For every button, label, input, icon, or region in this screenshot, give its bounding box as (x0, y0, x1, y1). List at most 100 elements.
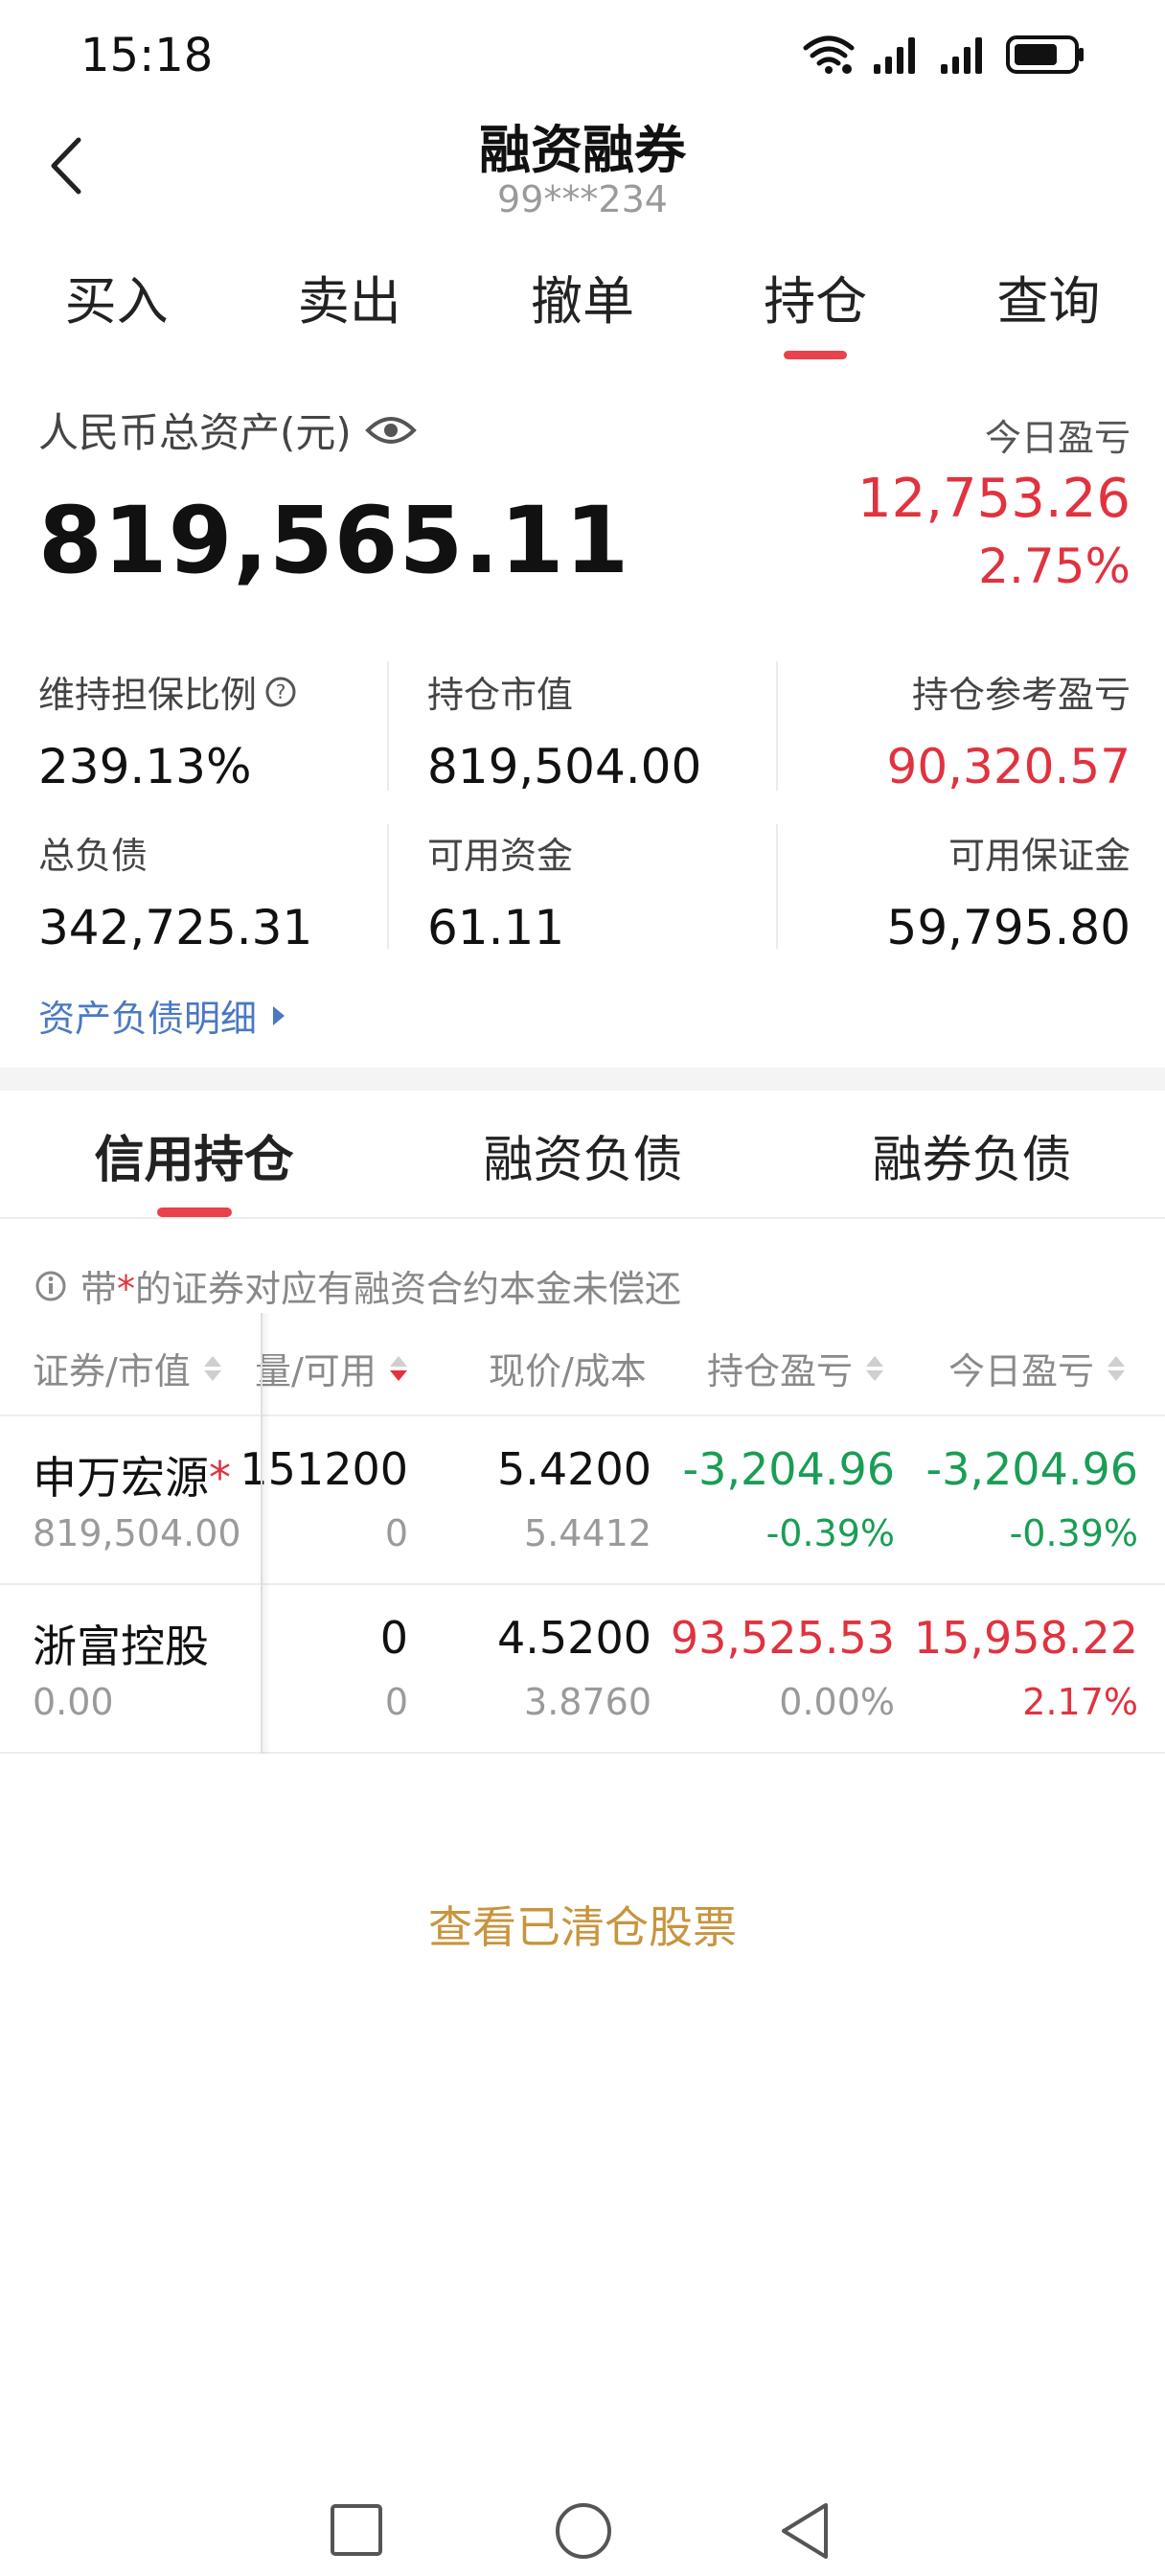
notice: 带*的证券对应有融资合约本金未偿还 (34, 1259, 681, 1312)
wifi-icon (803, 35, 855, 74)
security-name-text: 申万宏源 (33, 1452, 209, 1504)
today-pl-percent: 2.75% (978, 539, 1131, 594)
column-header-price-label: 现价/成本 (489, 1350, 647, 1392)
market-value: 819,504.00 (33, 1512, 241, 1554)
total-asset-label-text: 人民币总资产(元) (38, 409, 352, 456)
table-row[interactable]: 浙富控股 0.00 0 0 4.5200 3.8760 93,525.53 0.… (0, 1585, 1165, 1752)
column-header-quantity-label: 量/可用 (255, 1350, 377, 1392)
total-liability: 总负债 342,725.31 (38, 826, 312, 955)
position-value-value: 819,504.00 (427, 739, 702, 794)
maintenance-ratio-label: 维持担保比例 (38, 674, 258, 716)
sort-icon (1108, 1355, 1126, 1381)
section-separator (0, 1068, 1165, 1091)
cost-price: 3.8760 (524, 1681, 651, 1723)
sort-desc-icon (389, 1355, 407, 1381)
triangle-back-icon (782, 2503, 828, 2559)
notice-star: * (117, 1268, 136, 1310)
position-pl-percent: -0.39% (765, 1512, 895, 1554)
maintenance-ratio-value: 239.13% (38, 739, 252, 794)
tab-positions[interactable]: 持仓 (699, 259, 932, 364)
help-icon[interactable]: ? (264, 676, 297, 708)
sort-icon (203, 1355, 221, 1381)
position-ref-pl-label: 持仓参考盈亏 (911, 674, 1131, 716)
divider (0, 1752, 1165, 1754)
market-value: 0.00 (33, 1681, 114, 1723)
battery-icon (1006, 35, 1084, 74)
notice-body: 的证券对应有融资合约本金未偿还 (135, 1268, 682, 1310)
divider (776, 824, 778, 949)
status-time: 15:18 (80, 29, 214, 82)
divider (387, 661, 389, 791)
signal-icon (874, 37, 915, 74)
maintenance-ratio-label-row: 维持担保比例 ? (38, 665, 297, 718)
today-pl-value: 12,753.26 (857, 468, 1131, 530)
tab-query[interactable]: 查询 (932, 259, 1165, 364)
main-tabs: 买入 卖出 撤单 持仓 查询 (0, 259, 1165, 364)
column-header-price[interactable]: 现价/成本 (489, 1342, 647, 1394)
today-pl-label: 今日盈亏 (984, 417, 1131, 459)
total-liability-label: 总负债 (38, 835, 148, 877)
position-value: 持仓市值 819,504.00 (427, 665, 701, 794)
home-button[interactable] (554, 2501, 613, 2564)
current-price: 5.4200 (497, 1443, 651, 1495)
column-header-position-pl[interactable]: 持仓盈亏 (707, 1342, 884, 1394)
recent-apps-button[interactable] (330, 2503, 383, 2561)
eye-icon[interactable] (364, 413, 417, 448)
available-margin: 可用保证金 59,795.80 (887, 826, 1131, 955)
available-margin-label: 可用保证金 (948, 835, 1131, 877)
column-header-today-pl[interactable]: 今日盈亏 (948, 1342, 1126, 1394)
status-icons (803, 31, 1085, 79)
total-liability-value: 342,725.31 (38, 900, 313, 955)
system-nav-bar (0, 2482, 1165, 2576)
available-quantity: 0 (384, 1512, 408, 1554)
table-row[interactable]: 申万宏源* 819,504.00 151200 0 5.4200 5.4412 … (0, 1416, 1165, 1583)
available-margin-value: 59,795.80 (886, 900, 1131, 955)
subtab-securities-lending-liability[interactable]: 融券负债 (835, 1119, 1108, 1191)
available-funds-label: 可用资金 (427, 835, 574, 877)
column-header-position-pl-label: 持仓盈亏 (707, 1350, 854, 1392)
today-pl: 15,958.22 (913, 1612, 1138, 1664)
info-icon (35, 1271, 66, 1300)
position-ref-pl: 持仓参考盈亏 90,320.57 (887, 665, 1131, 794)
signal-icon (941, 37, 982, 74)
today-pl-percent: -0.39% (1009, 1512, 1138, 1554)
svg-text:?: ? (276, 680, 286, 703)
subtab-financing-liability[interactable]: 融资负债 (446, 1119, 720, 1191)
column-header-quantity[interactable]: 量/可用 (255, 1342, 407, 1394)
quantity: 0 (379, 1612, 408, 1664)
square-icon (331, 2504, 382, 2556)
column-header-today-pl-label: 今日盈亏 (948, 1350, 1095, 1392)
position-ref-pl-value: 90,320.57 (886, 739, 1131, 794)
position-pl: -3,204.96 (682, 1443, 895, 1495)
total-asset-label: 人民币总资产(元) (38, 401, 417, 459)
tab-cancel[interactable]: 撤单 (466, 259, 698, 364)
page-title: 融资融券 (479, 120, 686, 180)
today-pl-percent: 2.17% (1022, 1681, 1138, 1723)
position-pl: 93,525.53 (670, 1612, 895, 1664)
back-nav-button[interactable] (778, 2501, 832, 2564)
tab-buy[interactable]: 买入 (0, 259, 233, 364)
notice-text: 带*的证券对应有融资合约本金未偿还 (80, 1259, 681, 1312)
caret-right-icon (273, 1005, 286, 1025)
tab-sell[interactable]: 卖出 (233, 259, 466, 364)
current-price: 4.5200 (497, 1612, 651, 1664)
divider (0, 1217, 1165, 1219)
subtab-credit-positions[interactable]: 信用持仓 (57, 1119, 331, 1191)
view-cleared-stocks-link[interactable]: 查看已清仓股票 (0, 1893, 1165, 1956)
divider (387, 824, 389, 949)
frozen-column-shadow (261, 1313, 270, 1754)
notice-prefix: 带 (80, 1268, 118, 1310)
column-header-security[interactable]: 证券/市值 (33, 1342, 221, 1394)
detail-link-label: 资产负债明细 (38, 998, 258, 1040)
subtab-active-indicator (157, 1208, 232, 1217)
circle-icon (556, 2503, 611, 2559)
sort-icon (866, 1355, 884, 1381)
available-funds-value: 61.11 (427, 900, 565, 955)
security-name-text: 浙富控股 (33, 1621, 209, 1672)
account-number: 99***234 (497, 178, 668, 220)
asset-liability-detail-link[interactable]: 资产负债明细 (38, 989, 287, 1042)
available-funds: 可用资金 61.11 (427, 826, 573, 955)
security-name: 申万宏源* (33, 1443, 231, 1506)
position-value-label: 持仓市值 (427, 674, 574, 716)
available-quantity: 0 (384, 1681, 408, 1723)
